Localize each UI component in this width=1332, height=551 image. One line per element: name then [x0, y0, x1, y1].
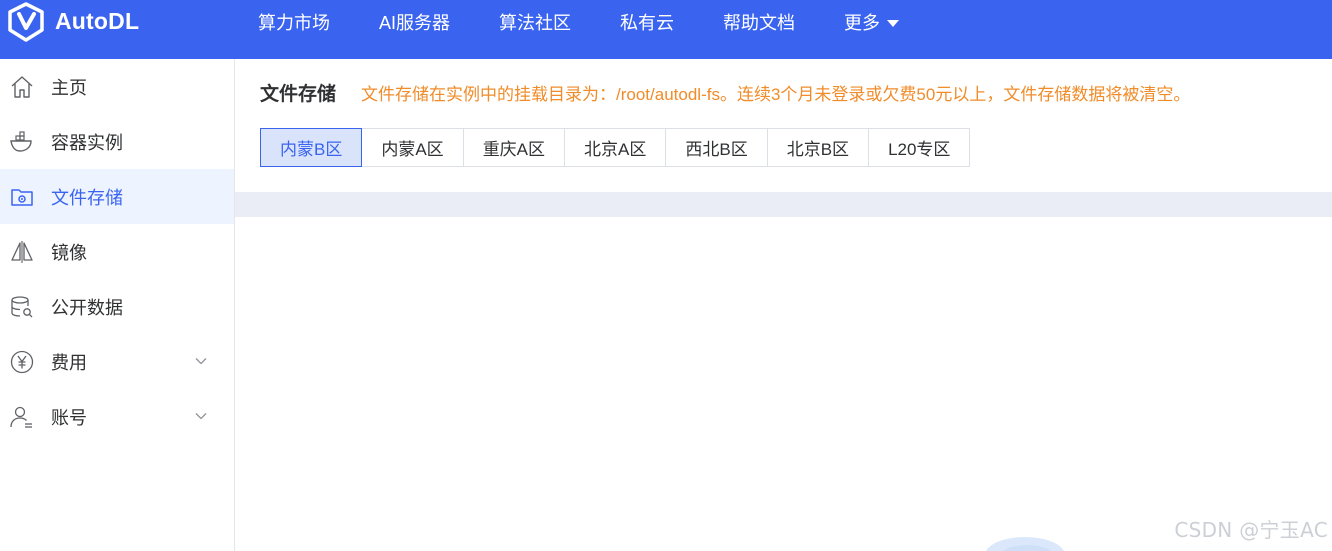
tab-region-beijing-b[interactable]: 北京B区 — [767, 128, 870, 167]
sidebar-item-label: 主页 — [51, 77, 87, 98]
sidebar-item-account[interactable]: 账号 — [0, 389, 234, 444]
tab-region-chongqing-a[interactable]: 重庆A区 — [463, 128, 566, 167]
tab-region-beijing-a[interactable]: 北京A区 — [565, 128, 667, 167]
sidebar-item-billing[interactable]: 费用 — [0, 334, 234, 389]
autodl-logo-icon — [8, 1, 44, 42]
top-nav: 算力市场 AI服务器 算法社区 私有云 帮助文档 更多 — [258, 0, 948, 51]
nav-private-cloud[interactable]: 私有云 — [620, 9, 674, 35]
folder-gear-icon — [8, 183, 36, 211]
region-tabs: 内蒙B区 内蒙A区 重庆A区 北京A区 西北B区 北京B区 L20专区 — [260, 128, 971, 167]
container-icon — [8, 128, 36, 156]
page-title: 文件存储 — [260, 83, 337, 105]
sidebar-item-label: 公开数据 — [51, 297, 123, 318]
sidebar-item-containers[interactable]: 容器实例 — [0, 114, 234, 169]
sidebar: 主页 容器实例 文件存储 镜像 公开数据 费用 账号 — [0, 59, 235, 551]
nav-more[interactable]: 更多 — [844, 9, 900, 35]
tab-region-neimeng-b[interactable]: 内蒙B区 — [260, 128, 363, 167]
main-content: 文件存储 文件存储在实例中的挂载目录为：/root/autodl-fs。连续3个… — [235, 59, 1332, 551]
home-icon — [8, 73, 36, 101]
nav-ai-server[interactable]: AI服务器 — [379, 9, 450, 35]
chevron-down-icon — [195, 413, 207, 420]
mirror-icon — [8, 238, 36, 266]
tab-region-neimeng-a[interactable]: 内蒙A区 — [362, 128, 464, 167]
database-search-icon — [8, 293, 36, 321]
sidebar-item-label: 文件存储 — [51, 187, 123, 208]
sidebar-item-home[interactable]: 主页 — [0, 59, 234, 114]
sidebar-item-public-data[interactable]: 公开数据 — [0, 279, 234, 334]
nav-compute-market[interactable]: 算力市场 — [258, 9, 330, 35]
sidebar-item-label: 账号 — [51, 407, 87, 428]
caret-down-icon — [887, 19, 900, 27]
brand-name: AutoDL — [55, 8, 140, 34]
chevron-down-icon — [195, 358, 207, 365]
sidebar-item-label: 容器实例 — [51, 132, 123, 153]
sidebar-item-file-storage[interactable]: 文件存储 — [0, 169, 234, 224]
top-navbar: AutoDL 算力市场 AI服务器 算法社区 私有云 帮助文档 更多 — [0, 0, 1332, 59]
mascot-decoration — [986, 537, 1064, 551]
sidebar-item-images[interactable]: 镜像 — [0, 224, 234, 279]
page-header: 文件存储 文件存储在实例中的挂载目录为：/root/autodl-fs。连续3个… — [260, 79, 1190, 105]
tab-region-l20[interactable]: L20专区 — [869, 128, 971, 167]
nav-help-docs[interactable]: 帮助文档 — [723, 9, 795, 35]
storage-notice: 文件存储在实例中的挂载目录为：/root/autodl-fs。连续3个月未登录或… — [361, 84, 1191, 104]
yen-icon — [8, 348, 36, 376]
nav-algorithm-community[interactable]: 算法社区 — [499, 9, 571, 35]
nav-more-label: 更多 — [844, 12, 881, 33]
user-icon — [8, 403, 36, 431]
sidebar-item-label: 镜像 — [51, 242, 87, 263]
brand-logo[interactable]: AutoDL — [6, 0, 258, 51]
tab-region-xibei-b[interactable]: 西北B区 — [666, 128, 768, 167]
storage-content-area — [235, 192, 1332, 217]
sidebar-item-label: 费用 — [51, 352, 87, 373]
watermark-text: CSDN @宁玉AC — [1174, 518, 1328, 542]
